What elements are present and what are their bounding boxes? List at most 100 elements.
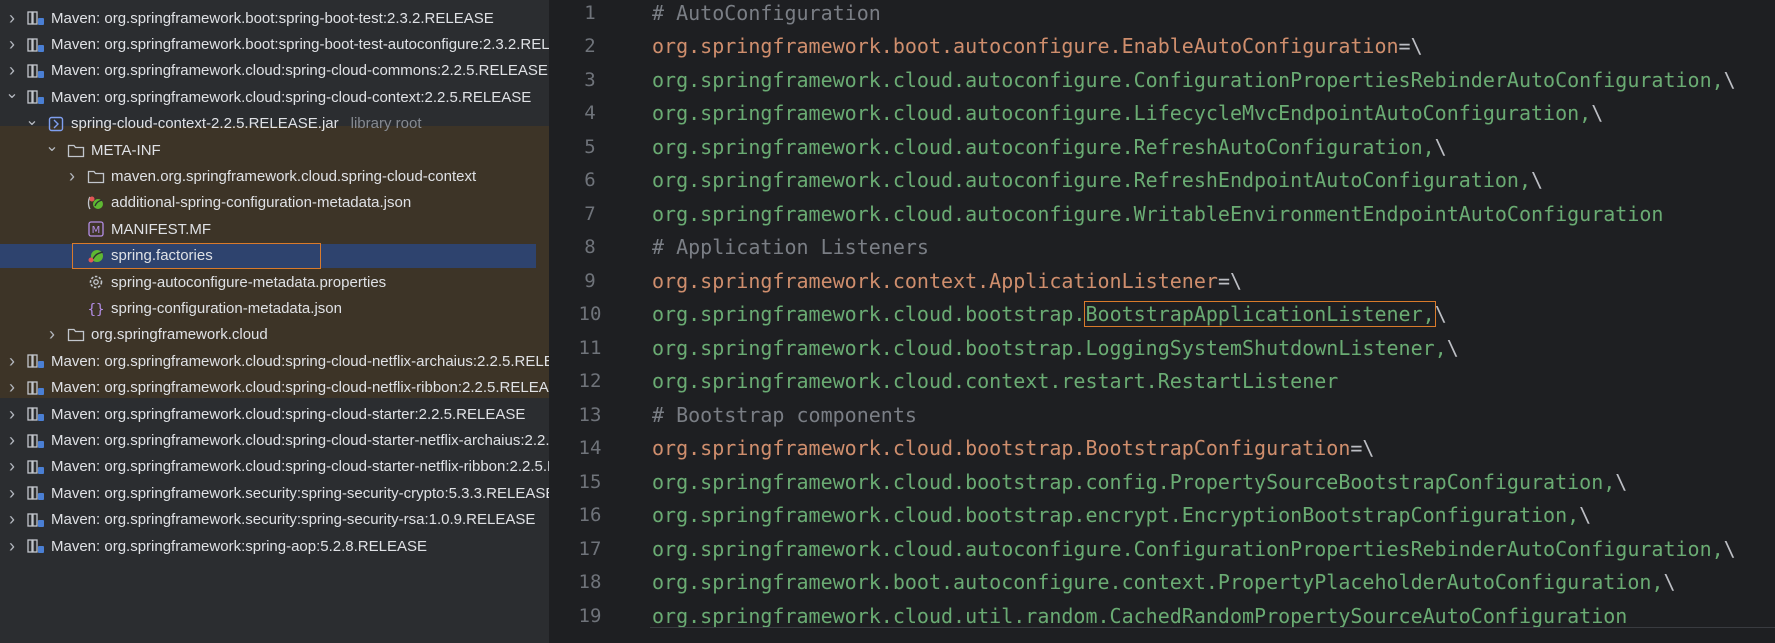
line-text: org.springframework.cloud.context.restar…	[652, 369, 1338, 393]
code-token: org.springframework.cloud.autoconfigure.…	[652, 168, 1531, 193]
chevron-right-icon[interactable]: ›	[5, 351, 19, 372]
chevron-right-icon[interactable]: ›	[5, 430, 19, 451]
spring-json-icon	[87, 195, 105, 211]
chevron-down-icon[interactable]: ⌄	[5, 84, 19, 103]
code-line[interactable]: 9 org.springframework.context.Application…	[550, 264, 1775, 298]
tree-row-folder[interactable]: › org.springframework.cloud	[0, 322, 549, 348]
code-line[interactable]: 11 org.springframework.cloud.bootstrap.Lo…	[550, 331, 1775, 365]
code-line[interactable]: 8 # Application Listeners	[550, 231, 1775, 265]
tree-row-maven[interactable]: › Maven: org.springframework.cloud:spring…	[0, 427, 549, 453]
line-text: # Application Listeners	[652, 235, 929, 259]
tree-row-manifest[interactable]: M MANIFEST.MF	[0, 216, 549, 242]
chevron-right-icon[interactable]: ›	[5, 483, 19, 504]
chevron-down-icon[interactable]: ⌄	[45, 137, 59, 156]
line-number: 17	[578, 537, 602, 560]
tree-row-maven[interactable]: › Maven: org.springframework.cloud:spring…	[0, 401, 549, 427]
tree-row-maven[interactable]: › Maven: org.springframework:spring-aop:5…	[0, 533, 549, 559]
folder-icon	[67, 142, 85, 158]
line-text: # Bootstrap components	[652, 403, 917, 427]
code-editor[interactable]: 1 # AutoConfiguration 2 org.springframework…	[550, 0, 1775, 643]
tree-row-maven[interactable]: › Maven: org.springframework.cloud:spring…	[0, 375, 549, 401]
line-text: org.springframework.cloud.autoconfigure.…	[652, 68, 1736, 92]
tree-row-maven[interactable]: › Maven: org.springframework.cloud:spring…	[0, 454, 549, 480]
tree-row-maven[interactable]: › Maven: org.springframework.boot:spring-…	[0, 31, 549, 57]
code-token: \	[1446, 335, 1459, 360]
chevron-right-icon[interactable]: ›	[5, 377, 19, 398]
code-line[interactable]: 16 org.springframework.cloud.bootstrap.en…	[550, 499, 1775, 533]
code-token: org.springframework.cloud.autoconfigure.…	[652, 67, 1724, 92]
gear-icon	[87, 274, 105, 290]
tree-row-label: Maven: org.springframework.cloud:spring-…	[51, 88, 532, 106]
chevron-right-icon[interactable]: ›	[5, 404, 19, 425]
code-line[interactable]: 14 org.springframework.cloud.bootstrap.Bo…	[550, 432, 1775, 466]
tree-row-spring-json[interactable]: additional-spring-configuration-metadata…	[0, 190, 549, 216]
tree-row-label: additional-spring-configuration-metadata…	[111, 194, 412, 212]
line-number: 16	[578, 504, 602, 527]
code-line[interactable]: 4 org.springframework.cloud.autoconfigure…	[550, 97, 1775, 131]
line-text: org.springframework.cloud.bootstrap.conf…	[652, 470, 1627, 494]
code-line[interactable]: 7 org.springframework.cloud.autoconfigure…	[550, 197, 1775, 231]
code-token: \	[1591, 101, 1604, 126]
code-token: org.springframework.cloud.bootstrap.Boot…	[652, 436, 1351, 461]
chevron-right-icon[interactable]: ›	[5, 60, 19, 81]
code-line[interactable]: 12 org.springframework.cloud.context.rest…	[550, 365, 1775, 399]
line-number: 19	[578, 604, 602, 627]
tree-row-label: Maven: org.springframework.cloud:spring-…	[51, 62, 548, 80]
tree-row-label: META-INF	[91, 141, 161, 159]
tree-row-label: spring-cloud-context-2.2.5.RELEASE.jar	[71, 115, 339, 133]
code-line[interactable]: 13 # Bootstrap components	[550, 398, 1775, 432]
code-token: org.springframework.cloud.bootstrap.encr…	[652, 503, 1580, 528]
tree-row-json[interactable]: {} spring-configuration-metadata.json	[0, 295, 549, 321]
library-icon	[27, 353, 45, 369]
line-text: org.springframework.context.ApplicationL…	[652, 269, 1242, 293]
code-token: # Application Listeners	[652, 235, 929, 260]
library-icon	[27, 433, 45, 449]
code-line[interactable]: 5 org.springframework.cloud.autoconfigure…	[550, 130, 1775, 164]
code-line[interactable]: 15 org.springframework.cloud.bootstrap.co…	[550, 465, 1775, 499]
library-icon	[27, 63, 45, 79]
code-token: org.springframework.boot.autoconfigure.E…	[652, 34, 1399, 59]
code-line[interactable]: 18 org.springframework.boot.autoconfigure…	[550, 566, 1775, 600]
tree-row-maven[interactable]: › Maven: org.springframework.security:spr…	[0, 480, 549, 506]
code-line[interactable]: 6 org.springframework.cloud.autoconfigure…	[550, 164, 1775, 198]
tree-row-gear[interactable]: spring-autoconfigure-metadata.properties	[0, 269, 549, 295]
chevron-right-icon[interactable]: ›	[5, 8, 19, 29]
line-number: 13	[578, 403, 602, 426]
tree-row-folder[interactable]: ⌄ META-INF	[0, 137, 549, 163]
tree-row-maven[interactable]: › Maven: org.springframework.boot:spring-…	[0, 5, 549, 31]
code-token: org.springframework.cloud.autoconfigure.…	[652, 201, 1664, 226]
svg-text:M: M	[92, 225, 101, 236]
tree-row-jar[interactable]: ⌄ spring-cloud-context-2.2.5.RELEASE.jar l…	[0, 111, 549, 137]
library-icon	[27, 406, 45, 422]
line-number: 9	[584, 269, 596, 292]
json-braces-icon: {}	[87, 301, 105, 317]
chevron-right-icon[interactable]: ›	[5, 34, 19, 55]
chevron-right-icon[interactable]: ›	[65, 166, 79, 187]
tree-row-label: Maven: org.springframework.boot:spring-b…	[51, 36, 549, 54]
chevron-down-icon[interactable]: ⌄	[25, 111, 39, 130]
code-line[interactable]: 1 # AutoConfiguration	[550, 0, 1775, 30]
code-line[interactable]: 17 org.springframework.cloud.autoconfigur…	[550, 532, 1775, 566]
chevron-right-icon[interactable]: ›	[5, 456, 19, 477]
tree-row-label: org.springframework.cloud	[91, 326, 268, 344]
code-line[interactable]: 10 org.springframework.cloud.bootstrap.Bo…	[550, 298, 1775, 332]
line-text: org.springframework.cloud.bootstrap.encr…	[652, 503, 1591, 527]
chevron-right-icon[interactable]: ›	[5, 509, 19, 530]
tree-row-maven[interactable]: › Maven: org.springframework.cloud:spring…	[0, 348, 549, 374]
code-token: \	[1434, 302, 1447, 327]
tree-row-maven[interactable]: › Maven: org.springframework.security:spr…	[0, 507, 549, 533]
tree-row-maven[interactable]: › Maven: org.springframework.cloud:spring…	[0, 58, 549, 84]
tree-row-label: Maven: org.springframework.cloud:spring-…	[51, 458, 549, 476]
tree-row-label: Maven: org.springframework.security:spri…	[51, 484, 549, 502]
line-text: org.springframework.cloud.bootstrap.Boot…	[652, 436, 1374, 460]
jar-icon	[47, 116, 65, 132]
tree-row-folder[interactable]: › maven.org.springframework.cloud.spring-…	[0, 163, 549, 189]
code-token: =\	[1217, 268, 1243, 293]
code-line[interactable]: 2 org.springframework.boot.autoconfigure.…	[550, 30, 1775, 64]
chevron-right-icon[interactable]: ›	[45, 324, 59, 345]
library-icon	[27, 459, 45, 475]
tree-row-maven[interactable]: ⌄ Maven: org.springframework.cloud:spring…	[0, 84, 549, 110]
chevron-right-icon[interactable]: ›	[5, 536, 19, 557]
code-line[interactable]: 3 org.springframework.cloud.autoconfigure…	[550, 63, 1775, 97]
tree-row-factories[interactable]: spring.factories	[0, 243, 549, 269]
